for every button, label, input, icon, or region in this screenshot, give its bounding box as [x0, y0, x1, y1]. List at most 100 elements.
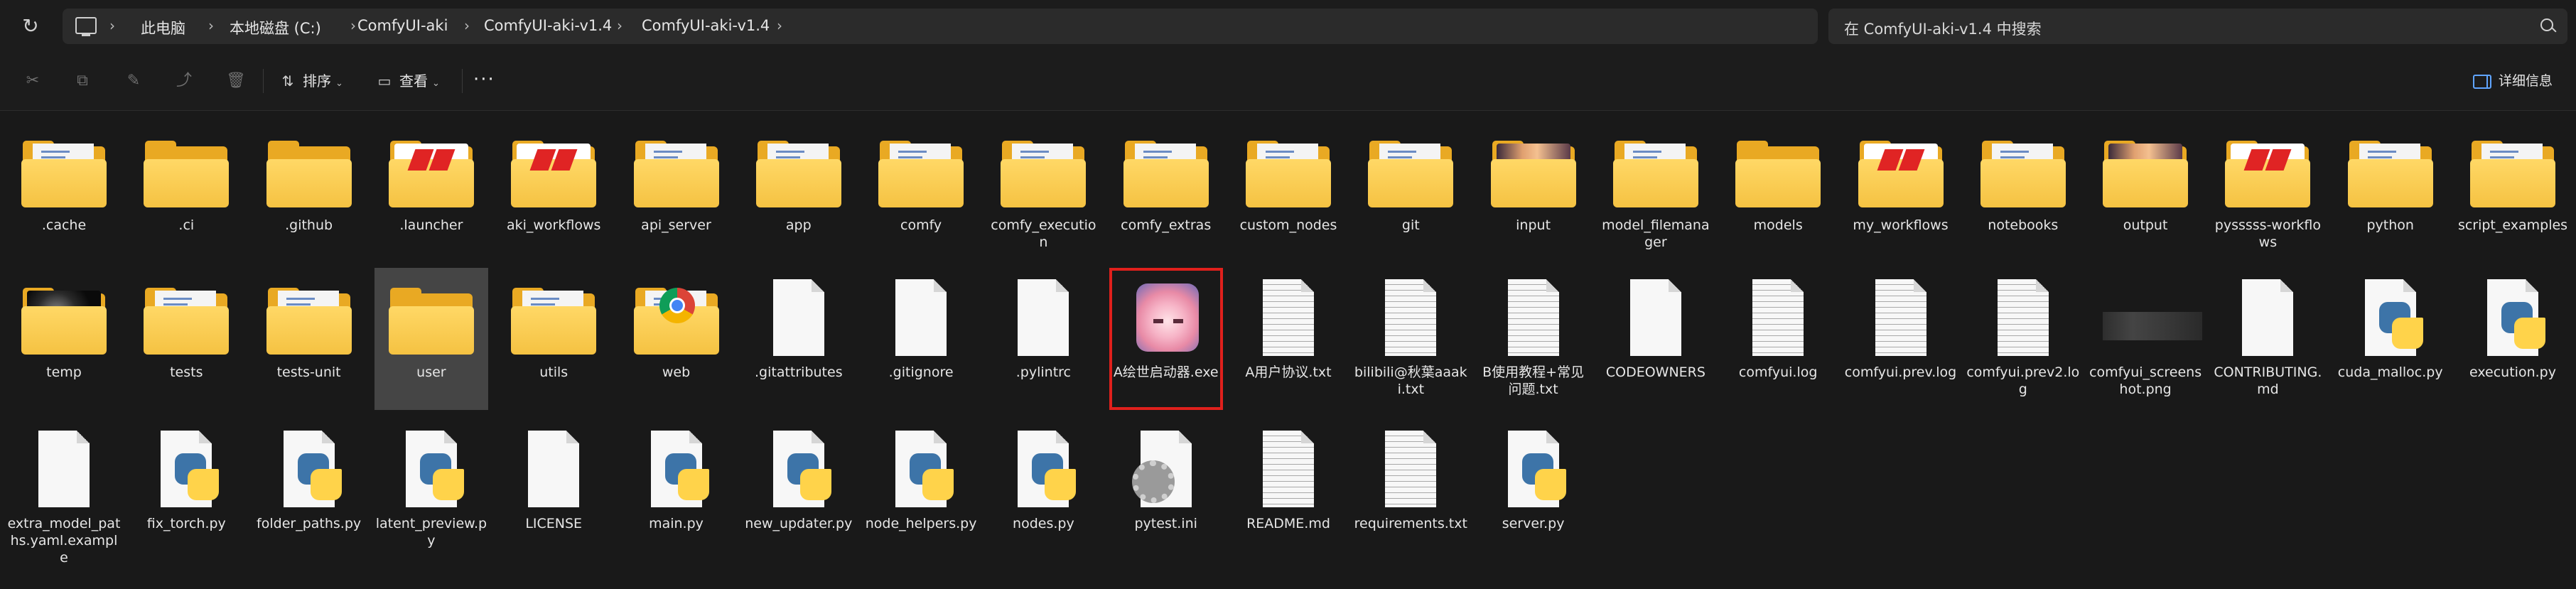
cut-icon[interactable]: ✂ — [23, 71, 43, 91]
python-file-item[interactable]: fix_torch.py — [129, 419, 243, 561]
blank-file-item[interactable]: .pylintrc — [986, 268, 1100, 410]
python-file-item[interactable]: main.py — [620, 419, 733, 561]
image-thumbnail-item[interactable]: comfyui_screenshot.png — [2089, 268, 2203, 410]
folder-with-files-item[interactable]: .cache — [7, 121, 121, 263]
folder-with-files-item[interactable]: utils — [497, 268, 610, 410]
blank-file-item[interactable]: .gitattributes — [742, 268, 856, 410]
python-file-item[interactable]: cuda_malloc.py — [2334, 268, 2447, 410]
text-file-item[interactable]: B使用教程+常见问题.txt — [1477, 268, 1590, 410]
folder-with-files-item[interactable]: python — [2334, 121, 2447, 263]
breadcrumb-comfyui-aki-v14-current[interactable]: ComfyUI-aki-v1.4 — [642, 17, 770, 34]
chevron-right-icon[interactable]: › — [617, 17, 623, 34]
text-file-item[interactable]: A用户协议.txt — [1232, 268, 1345, 410]
search-icon[interactable] — [2540, 18, 2553, 31]
python-file-item[interactable]: node_helpers.py — [864, 419, 978, 561]
sort-button[interactable]: ⇅ 排序 ⌄ — [279, 69, 343, 93]
folder-image-item[interactable]: output — [2089, 121, 2202, 263]
text-file-item[interactable]: requirements.txt — [1354, 419, 1467, 561]
python-file-item[interactable]: nodes.py — [986, 419, 1100, 561]
app-launcher-item[interactable]: A绘世启动器.exe — [1109, 268, 1223, 410]
python-file-item[interactable]: execution.py — [2456, 268, 2570, 410]
blank-file-item[interactable]: extra_model_paths.yaml.example — [7, 419, 121, 566]
folder-with-files-item[interactable]: tests — [129, 268, 243, 410]
folder-dark-image-item[interactable]: temp — [7, 268, 121, 410]
chevron-right-icon[interactable]: › — [208, 17, 214, 34]
python-file-item[interactable]: new_updater.py — [742, 419, 856, 561]
folder-with-files-item[interactable]: comfy_extras — [1109, 121, 1223, 263]
refresh-icon[interactable]: ↻ — [18, 14, 43, 38]
folder-red-logo-item[interactable]: aki_workflows — [497, 121, 610, 263]
folder-with-files-item[interactable]: script_examples — [2456, 121, 2570, 263]
chevron-right-icon[interactable]: › — [464, 17, 470, 34]
folder-red-logo-item[interactable]: .launcher — [374, 121, 488, 263]
delete-icon[interactable]: 🗑 — [226, 71, 246, 91]
more-options-button[interactable]: ··· — [473, 69, 495, 90]
folder-with-files-item[interactable]: api_server — [620, 121, 733, 263]
breadcrumb-local-disk[interactable]: 本地磁盘 (C:) — [230, 17, 321, 38]
folder-with-files-item[interactable]: comfy_execution — [986, 121, 1100, 263]
search-placeholder: 在 ComfyUI-aki-v1.4 中搜索 — [1844, 21, 2042, 38]
address-bar[interactable]: › 此电脑 › 本地磁盘 (C:) › ComfyUI-aki › ComfyU… — [63, 9, 1818, 44]
text-file-item[interactable]: comfyui.prev2.log — [1966, 268, 2080, 410]
breadcrumb-this-pc[interactable]: 此电脑 — [141, 17, 185, 38]
paper-line — [1020, 156, 1045, 158]
config-file-item[interactable]: pytest.ini — [1109, 419, 1223, 561]
folder-chrome-item[interactable]: web — [620, 268, 733, 410]
chevron-down-icon: ⌄ — [335, 78, 343, 89]
item-name: .launcher — [399, 217, 463, 233]
share-icon[interactable]: ⤴ — [174, 71, 194, 91]
search-input[interactable]: 在 ComfyUI-aki-v1.4 中搜索 — [1828, 9, 2567, 44]
item-name: .ci — [178, 217, 195, 233]
python-file-item[interactable]: server.py — [1477, 419, 1590, 561]
folder-item[interactable]: models — [1721, 121, 1835, 263]
item-name: tests — [170, 364, 203, 380]
folder-with-files-icon — [755, 128, 841, 213]
blank-file-item[interactable]: .gitignore — [864, 268, 978, 410]
folder-with-files-item[interactable]: tests-unit — [252, 268, 366, 410]
breadcrumb-comfyui-aki[interactable]: ComfyUI-aki — [357, 17, 448, 34]
item-name: new_updater.py — [745, 516, 853, 531]
red-logo-mark — [2243, 149, 2292, 171]
text-file-item[interactable]: bilibili@秋葉aaaki.txt — [1354, 268, 1467, 410]
blank-file-icon — [2225, 275, 2310, 360]
folder-dark-image-icon — [21, 275, 107, 360]
divider — [263, 69, 264, 93]
view-button[interactable]: ▭ 查看 ⌄ — [375, 69, 440, 93]
folder-with-files-item[interactable]: comfy — [864, 121, 978, 263]
item-name: execution.py — [2469, 364, 2556, 380]
launcher-app-image — [1136, 283, 1199, 352]
python-file-item[interactable]: folder_paths.py — [252, 419, 366, 561]
blank-file-item[interactable]: LICENSE — [497, 419, 610, 561]
chevron-right-icon[interactable]: › — [109, 17, 115, 34]
breadcrumb-comfyui-aki-v14[interactable]: ComfyUI-aki-v1.4 — [484, 17, 612, 34]
folder-image-item[interactable]: input — [1477, 121, 1590, 263]
text-file-item[interactable]: comfyui.prev.log — [1844, 268, 1958, 410]
folder-with-files-item[interactable]: custom_nodes — [1232, 121, 1345, 263]
folder-red-logo-item[interactable]: my_workflows — [1844, 121, 1958, 263]
folder-with-files-item[interactable]: notebooks — [1966, 121, 2080, 263]
details-pane-button[interactable]: 详细信息 — [2473, 69, 2553, 93]
text-file-item[interactable]: README.md — [1232, 419, 1345, 561]
chevron-right-icon[interactable]: › — [777, 17, 782, 34]
paper-line — [775, 151, 804, 153]
chevron-right-icon[interactable]: › — [350, 17, 356, 34]
eye — [1153, 319, 1163, 323]
folder-with-files-item[interactable]: app — [742, 121, 856, 263]
folder-red-logo-item[interactable]: pysssss-workflows — [2211, 121, 2324, 263]
folder-with-files-item[interactable]: git — [1354, 121, 1467, 263]
divider — [462, 69, 463, 93]
folder-front — [266, 159, 352, 207]
python-file-icon — [2348, 275, 2433, 360]
rename-icon[interactable]: ✎ — [124, 71, 144, 91]
folder-with-files-item[interactable]: model_filemanager — [1599, 121, 1713, 263]
text-file-item[interactable]: comfyui.log — [1721, 268, 1835, 410]
folder-item[interactable]: .github — [252, 121, 366, 263]
blank-file-item[interactable]: CONTRIBUTING.md — [2211, 268, 2324, 410]
this-pc-icon[interactable] — [75, 17, 97, 36]
python-file-item[interactable]: latent_preview.py — [374, 419, 488, 561]
copy-icon[interactable]: ⧉ — [72, 71, 92, 91]
folder-item[interactable]: user — [374, 268, 488, 410]
blank-file-item[interactable]: CODEOWNERS — [1599, 268, 1713, 410]
item-name: bilibili@秋葉aaaki.txt — [1354, 364, 1467, 397]
folder-item[interactable]: .ci — [129, 121, 243, 263]
